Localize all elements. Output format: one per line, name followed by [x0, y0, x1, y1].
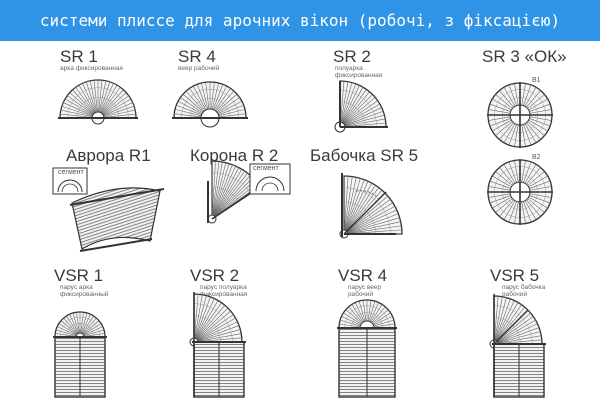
desc-vsr4-a: парус веер — [348, 284, 382, 291]
segment-inset-avrora: сегмент — [52, 167, 88, 195]
label-sr4: SR 4 — [178, 47, 216, 66]
diagram-vsr2: VSR 2 парус полуарка фиксированная — [189, 266, 248, 398]
desc-sr2-b: фиксированная — [335, 72, 383, 79]
diagram-babochka-sr5: Бабочка SR 5 — [310, 146, 418, 239]
label-korona-r2: Корона R 2 — [190, 146, 278, 165]
label-sr3-ok: SR 3 «ОК» — [482, 47, 567, 66]
label-vsr4: VSR 4 — [338, 266, 387, 285]
label-sr1: SR 1 — [60, 47, 98, 66]
fan-sr2 — [334, 80, 387, 133]
desc-vsr1-a: парус арка — [60, 284, 93, 291]
diagram-sr2: SR 2 полуарка фиксированная — [333, 47, 388, 133]
desc-sr4: веер рабочий — [178, 64, 219, 72]
label-vsr1: VSR 1 — [54, 266, 103, 285]
label-sr2: SR 2 — [333, 47, 371, 66]
diagram-vsr5: VSR 5 парус бабочка рабочий — [489, 266, 546, 398]
diagram-vsr1: VSR 1 парус арка фиксированный — [53, 266, 109, 398]
label-avrora-r1: Аврора R1 — [66, 146, 151, 165]
diagram-canvas: SR 1 арка фиксированная SR 4 веер рабочи… — [52, 47, 567, 398]
desc-vsr2-a: парус полуарка — [200, 284, 247, 291]
label-b1: B1 — [532, 77, 541, 84]
diagram-sr4: SR 4 веер рабочий — [172, 47, 248, 128]
diagram-vsr4: VSR 4 парус веер рабочий — [337, 266, 397, 398]
diagram-avrora-r1: Аврора R1 сегмент — [52, 146, 165, 252]
tag-korona: сегмент — [253, 165, 280, 172]
diagram-korona-r2: Корона R 2 сегмент — [190, 146, 291, 224]
desc-vsr4-b: рабочий — [348, 290, 373, 298]
segment-inset-korona: сегмент — [249, 163, 291, 195]
fan-vsr2 — [189, 293, 243, 347]
fan-sr4 — [173, 81, 247, 128]
desc-vsr5-a: парус бабочка — [502, 283, 546, 291]
label-b2: B2 — [532, 154, 541, 161]
label-vsr5: VSR 5 — [490, 266, 539, 285]
desc-sr1: арка фиксированная — [60, 65, 123, 72]
diagram-sr3-ok: SR 3 «ОК» B1 B2 — [482, 47, 567, 225]
desc-vsr1-b: фиксированный — [60, 290, 109, 298]
label-vsr2: VSR 2 — [190, 266, 239, 285]
title-banner: системи плиссе для арочних вікон (робочі… — [0, 0, 600, 41]
label-babochka-sr5: Бабочка SR 5 — [310, 146, 418, 165]
desc-sr2-a: полуарка — [335, 65, 363, 72]
tag-avrora: сегмент — [58, 169, 85, 176]
diagram-sr1: SR 1 арка фиксированная — [58, 47, 138, 125]
page: системи плиссе для арочних вікон (робочі… — [0, 0, 600, 402]
